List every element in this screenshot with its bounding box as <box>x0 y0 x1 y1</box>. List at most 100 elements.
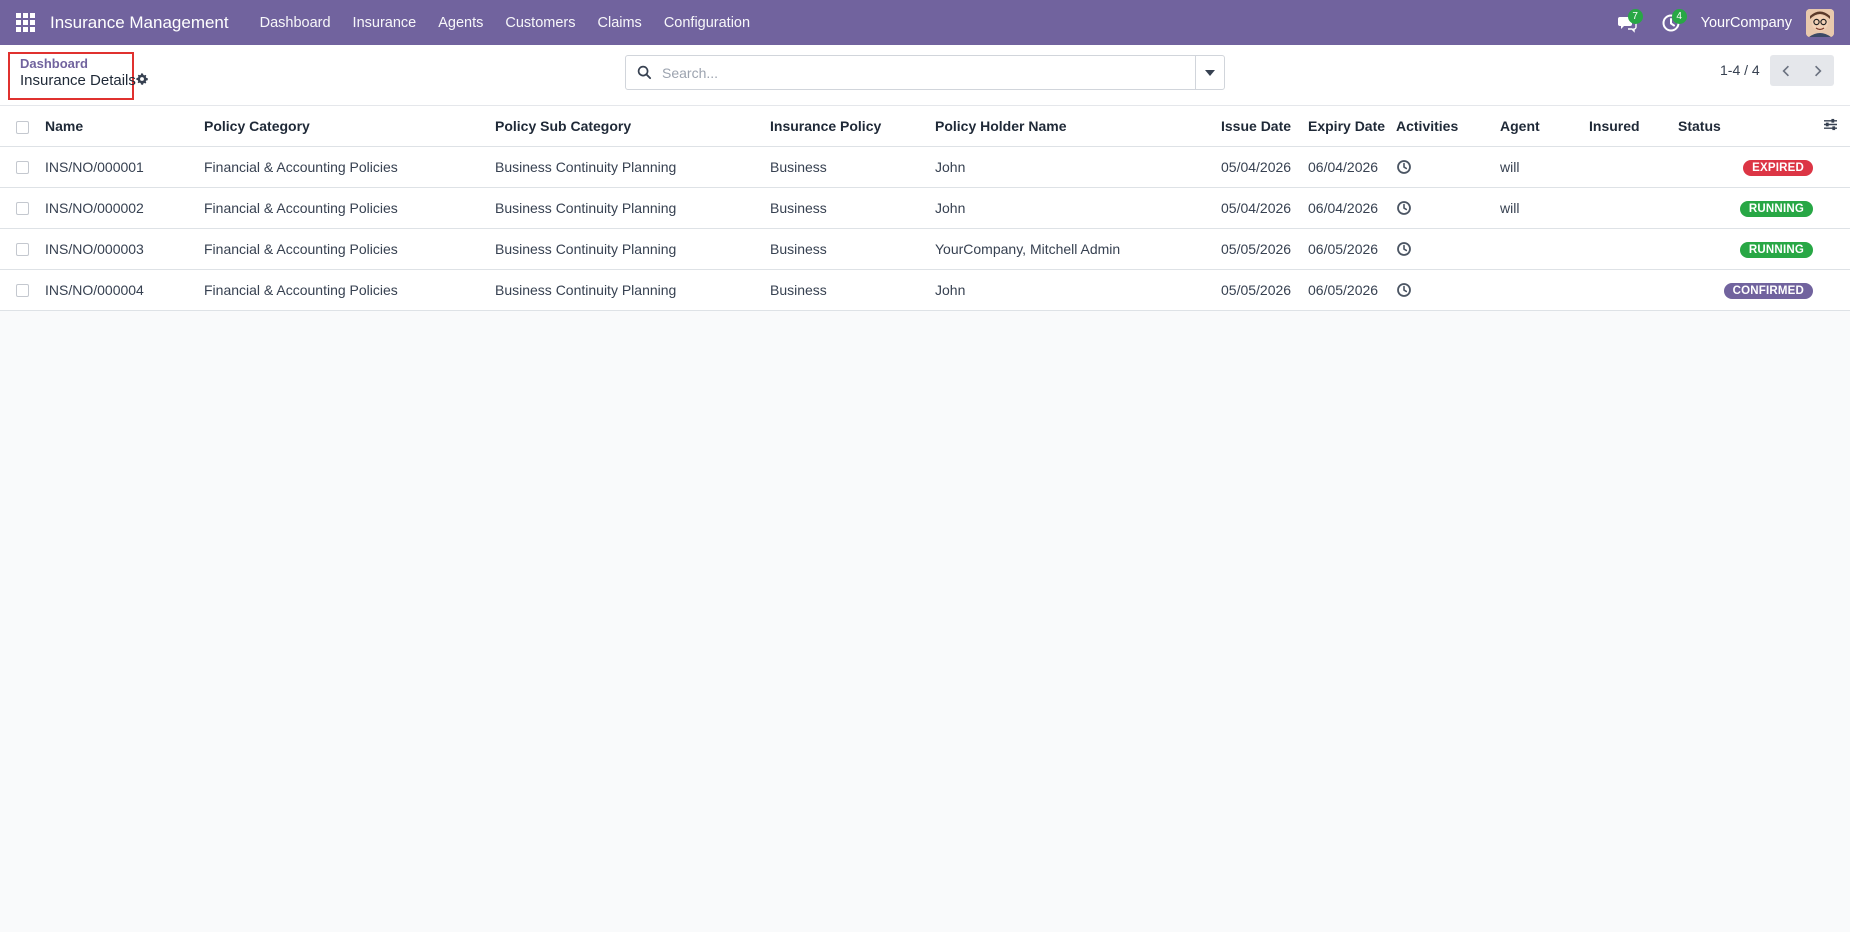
column-header-policy-holder-name[interactable]: Policy Holder Name <box>935 106 1221 147</box>
cell-insurance-policy[interactable]: Business <box>770 269 935 311</box>
column-header-expiry-date[interactable]: Expiry Date <box>1308 106 1396 147</box>
column-header-activities[interactable]: Activities <box>1396 106 1500 147</box>
cell-issue-date[interactable]: 05/05/2026 <box>1221 228 1308 270</box>
cell-insurance-policy[interactable]: Business <box>770 187 935 229</box>
control-panel: Dashboard Insurance Details 1-4 / 4 <box>0 45 1850 106</box>
row-checkbox[interactable] <box>16 284 29 298</box>
menu-agents[interactable]: Agents <box>427 0 494 45</box>
table-row[interactable]: INS/NO/000003 Financial & Accounting Poli… <box>0 228 1850 270</box>
cell-agent[interactable] <box>1500 228 1589 270</box>
pager-next-button[interactable] <box>1802 55 1834 86</box>
cell-status[interactable]: RUNNING <box>1678 187 1850 229</box>
cell-expiry-date[interactable]: 06/04/2026 <box>1308 187 1396 229</box>
column-header-issue-date[interactable]: Issue Date <box>1221 106 1308 147</box>
sliders-icon <box>1824 118 1837 130</box>
table-row[interactable]: INS/NO/000002 Financial & Accounting Poli… <box>0 187 1850 229</box>
cell-expiry-date[interactable]: 06/04/2026 <box>1308 146 1396 188</box>
column-header-policy-category[interactable]: Policy Category <box>204 106 495 147</box>
table-row[interactable]: INS/NO/000001 Financial & Accounting Poli… <box>0 146 1850 188</box>
activities-button[interactable]: 4 <box>1649 0 1693 45</box>
row-checkbox-cell[interactable] <box>0 146 45 188</box>
status-badge: CONFIRMED <box>1723 282 1813 299</box>
cell-expiry-date[interactable]: 06/05/2026 <box>1308 228 1396 270</box>
messages-count-badge: 7 <box>1627 9 1643 24</box>
cell-issue-date[interactable]: 05/04/2026 <box>1221 146 1308 188</box>
cell-policy-sub-category[interactable]: Business Continuity Planning <box>495 146 770 188</box>
company-switcher[interactable]: YourCompany <box>1701 15 1792 31</box>
messages-button[interactable]: 7 <box>1605 0 1649 45</box>
select-all-checkbox[interactable] <box>16 120 29 134</box>
avatar[interactable] <box>1806 8 1834 37</box>
gear-icon[interactable] <box>135 72 149 86</box>
cell-status[interactable]: EXPIRED <box>1678 146 1850 188</box>
column-header-insured[interactable]: Insured <box>1589 106 1678 147</box>
cell-policy-category[interactable]: Financial & Accounting Policies <box>204 228 495 270</box>
table-row[interactable]: INS/NO/000004 Financial & Accounting Poli… <box>0 269 1850 311</box>
cell-expiry-date[interactable]: 06/05/2026 <box>1308 269 1396 311</box>
activity-clock-icon[interactable] <box>1396 200 1412 216</box>
cell-policy-category[interactable]: Financial & Accounting Policies <box>204 269 495 311</box>
cell-activities[interactable] <box>1396 187 1500 229</box>
cell-policy-category[interactable]: Financial & Accounting Policies <box>204 187 495 229</box>
cell-insured[interactable] <box>1589 269 1678 311</box>
search-input[interactable] <box>662 56 1195 89</box>
cell-activities[interactable] <box>1396 146 1500 188</box>
cell-name[interactable]: INS/NO/000002 <box>45 187 204 229</box>
cell-agent[interactable] <box>1500 269 1589 311</box>
cell-status[interactable]: RUNNING <box>1678 228 1850 270</box>
menu-dashboard[interactable]: Dashboard <box>249 0 342 45</box>
select-all-checkbox-cell[interactable] <box>0 106 45 147</box>
row-checkbox[interactable] <box>16 161 29 175</box>
cell-insured[interactable] <box>1589 187 1678 229</box>
column-header-name[interactable]: Name <box>45 106 204 147</box>
activity-clock-icon[interactable] <box>1396 159 1412 175</box>
cell-name[interactable]: INS/NO/000003 <box>45 228 204 270</box>
cell-policy-sub-category[interactable]: Business Continuity Planning <box>495 187 770 229</box>
row-checkbox-cell[interactable] <box>0 269 45 311</box>
cell-status[interactable]: CONFIRMED <box>1678 269 1850 311</box>
row-checkbox-cell[interactable] <box>0 228 45 270</box>
row-checkbox[interactable] <box>16 202 29 216</box>
cell-activities[interactable] <box>1396 269 1500 311</box>
cell-policy-sub-category[interactable]: Business Continuity Planning <box>495 269 770 311</box>
cell-agent[interactable]: will <box>1500 187 1589 229</box>
search-bar <box>625 55 1225 90</box>
cell-insurance-policy[interactable]: Business <box>770 146 935 188</box>
menu-configuration[interactable]: Configuration <box>653 0 761 45</box>
pager-previous-button[interactable] <box>1770 55 1802 86</box>
apps-grid-icon[interactable] <box>0 0 50 45</box>
column-header-insurance-policy[interactable]: Insurance Policy <box>770 106 935 147</box>
cell-activities[interactable] <box>1396 228 1500 270</box>
cell-policy-holder-name[interactable]: YourCompany, Mitchell Admin <box>935 228 1221 270</box>
chevron-left-icon <box>1782 65 1789 76</box>
cell-agent[interactable]: will <box>1500 146 1589 188</box>
breadcrumb-parent-link[interactable]: Dashboard <box>20 56 88 71</box>
row-checkbox[interactable] <box>16 243 29 257</box>
activity-clock-icon[interactable] <box>1396 241 1412 257</box>
cell-insured[interactable] <box>1589 146 1678 188</box>
cell-name[interactable]: INS/NO/000004 <box>45 269 204 311</box>
cell-policy-sub-category[interactable]: Business Continuity Planning <box>495 228 770 270</box>
column-header-policy-sub-category[interactable]: Policy Sub Category <box>495 106 770 147</box>
cell-insurance-policy[interactable]: Business <box>770 228 935 270</box>
menu-insurance[interactable]: Insurance <box>342 0 428 45</box>
menu-claims[interactable]: Claims <box>587 0 653 45</box>
menu-customers[interactable]: Customers <box>494 0 586 45</box>
cell-insured[interactable] <box>1589 228 1678 270</box>
search-options-toggle[interactable] <box>1195 56 1224 89</box>
column-header-status[interactable]: Status <box>1678 106 1802 147</box>
row-checkbox-cell[interactable] <box>0 187 45 229</box>
cell-policy-holder-name[interactable]: John <box>935 269 1221 311</box>
cell-policy-holder-name[interactable]: John <box>935 187 1221 229</box>
cell-issue-date[interactable]: 05/04/2026 <box>1221 187 1308 229</box>
cell-issue-date[interactable]: 05/05/2026 <box>1221 269 1308 311</box>
pager-value[interactable]: 1-4 / 4 <box>1720 62 1760 78</box>
cell-name[interactable]: INS/NO/000001 <box>45 146 204 188</box>
cell-policy-holder-name[interactable]: John <box>935 146 1221 188</box>
activity-clock-icon[interactable] <box>1396 282 1412 298</box>
app-title[interactable]: Insurance Management <box>50 13 229 33</box>
breadcrumb: Dashboard Insurance Details <box>8 52 136 100</box>
column-header-agent[interactable]: Agent <box>1500 106 1589 147</box>
optional-columns-toggle[interactable] <box>1802 106 1850 147</box>
cell-policy-category[interactable]: Financial & Accounting Policies <box>204 146 495 188</box>
